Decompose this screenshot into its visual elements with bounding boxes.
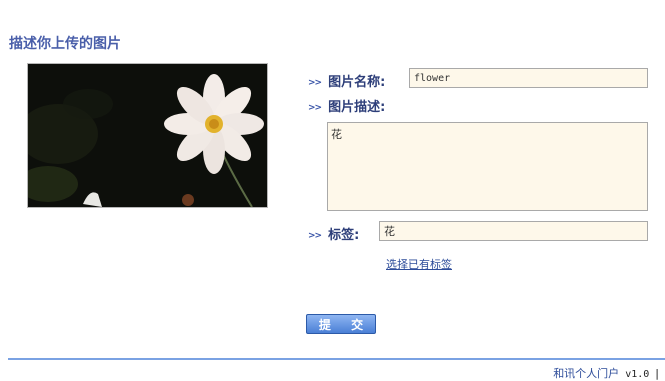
page-title: 描述你上传的图片	[9, 36, 121, 52]
footer-version: v1.0	[625, 369, 650, 380]
double-arrow-icon: >>	[308, 78, 322, 88]
tags-input[interactable]	[379, 221, 648, 241]
footer-brand[interactable]: 和讯个人门户	[553, 367, 619, 380]
uploaded-photo	[27, 63, 268, 208]
footer-separator: |	[655, 367, 659, 380]
description-textarea[interactable]: 花	[327, 122, 648, 211]
choose-existing-tags-link[interactable]: 选择已有标签	[386, 256, 452, 272]
description-label-row: >> 图片描述:	[308, 96, 385, 115]
double-arrow-icon: >>	[308, 231, 322, 241]
name-label: 图片名称:	[328, 75, 386, 90]
footer-divider	[8, 358, 665, 360]
double-arrow-icon: >>	[308, 103, 322, 113]
description-label: 图片描述:	[328, 100, 386, 115]
tags-label-row: >> 标签:	[308, 224, 359, 243]
name-label-row: >> 图片名称:	[308, 71, 385, 90]
flower-image	[28, 64, 267, 207]
footer: 和讯个人门户 v1.0 |	[553, 365, 659, 381]
tags-label: 标签:	[328, 228, 360, 243]
name-input[interactable]	[409, 68, 648, 88]
submit-button[interactable]: 提 交	[306, 314, 376, 334]
